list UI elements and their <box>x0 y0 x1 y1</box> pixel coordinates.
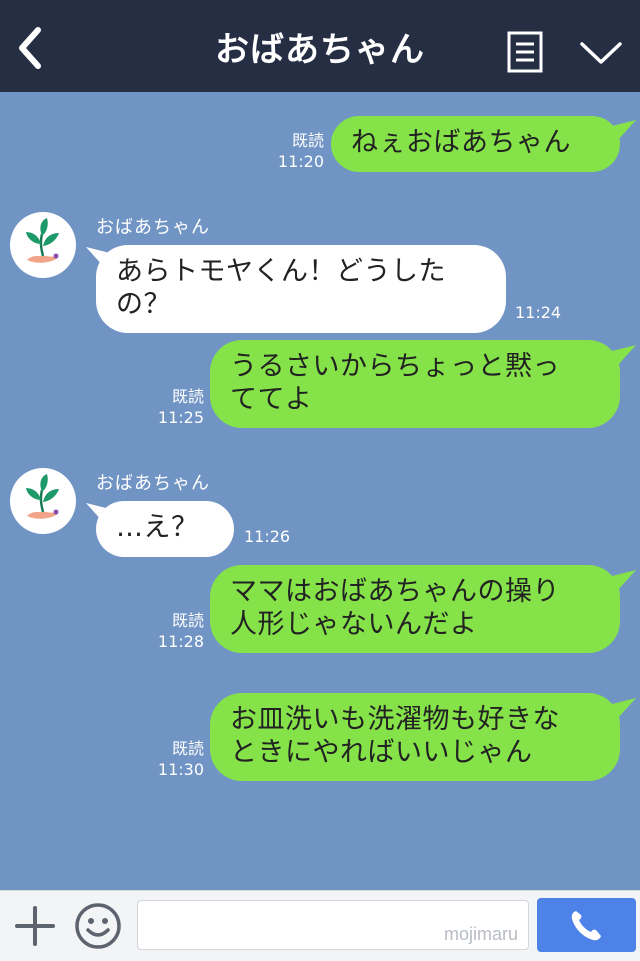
message-text: …え？ <box>116 512 199 543</box>
message-text: ねぇおばあちゃん <box>351 127 571 158</box>
message-time: 11:25 <box>157 408 204 427</box>
message-list[interactable]: 既読 11:20 ねぇおばあちゃん おばあちゃん あらトモヤくん！どうした の？… <box>0 92 640 890</box>
message-time: 11:24 <box>515 303 562 322</box>
message-text: 人形じゃないんだよ <box>230 609 478 640</box>
message-bubble-received[interactable]: …え？ <box>96 501 234 557</box>
bubble-tail <box>612 345 636 365</box>
message-text: お皿洗いも洗濯物も好きな <box>230 704 560 735</box>
chat-title: おばあちゃん <box>215 30 425 70</box>
message-time: 11:20 <box>277 152 324 171</box>
bubble-tail <box>612 570 636 590</box>
plus-icon[interactable] <box>14 905 56 947</box>
bubble-tail <box>612 698 636 718</box>
message-meta: 既読 11:30 <box>142 738 204 780</box>
chevron-down-icon[interactable] <box>578 38 624 68</box>
message-bubble-sent[interactable]: ママはおばあちゃんの操り 人形じゃないんだよ <box>210 565 620 653</box>
plant-icon <box>26 474 59 519</box>
message-text: の？ <box>116 289 171 320</box>
message-text: ててよ <box>230 384 313 415</box>
read-receipt: 既読 <box>171 611 204 630</box>
message-meta: 既読 11:28 <box>142 610 204 652</box>
emoji-icon[interactable] <box>74 902 122 950</box>
sender-name: おばあちゃん <box>96 473 210 494</box>
message-text: ときにやればいいじゃん <box>230 737 533 768</box>
watermark: mojimaru <box>443 924 518 944</box>
input-bar: mojimaru <box>0 890 640 961</box>
message-bubble-sent[interactable]: お皿洗いも洗濯物も好きな ときにやればいいじゃん <box>210 693 620 781</box>
message-input-box: mojimaru <box>137 900 529 950</box>
phone-icon <box>571 911 601 941</box>
list-icon[interactable] <box>507 31 543 73</box>
message-time: 11:28 <box>157 632 204 651</box>
message-text: ママはおばあちゃんの操り <box>230 576 560 607</box>
message-text: うるさいからちょっと黙っ <box>230 351 560 382</box>
message-time: 11:30 <box>157 760 204 779</box>
message-bubble-sent[interactable]: うるさいからちょっと黙っ ててよ <box>210 340 620 428</box>
message-bubble-received[interactable]: あらトモヤくん！どうした の？ <box>96 245 506 333</box>
avatar[interactable] <box>10 212 76 278</box>
read-receipt: 既読 <box>171 387 204 406</box>
plant-icon <box>26 218 59 263</box>
message-bubble-sent[interactable]: ねぇおばあちゃん <box>331 116 620 172</box>
message-time: 11:26 <box>244 527 291 546</box>
bubble-tail <box>612 120 636 140</box>
message-meta: 既読 11:25 <box>142 386 204 428</box>
read-receipt: 既読 <box>171 739 204 758</box>
chat-header: おばあちゃん <box>0 0 640 92</box>
read-receipt: 既読 <box>291 131 324 150</box>
avatar[interactable] <box>10 468 76 534</box>
call-button[interactable] <box>537 898 636 952</box>
message-text: あらトモヤくん！どうした <box>116 256 446 287</box>
sender-name: おばあちゃん <box>96 217 210 238</box>
message-meta: 既読 11:20 <box>262 130 324 172</box>
